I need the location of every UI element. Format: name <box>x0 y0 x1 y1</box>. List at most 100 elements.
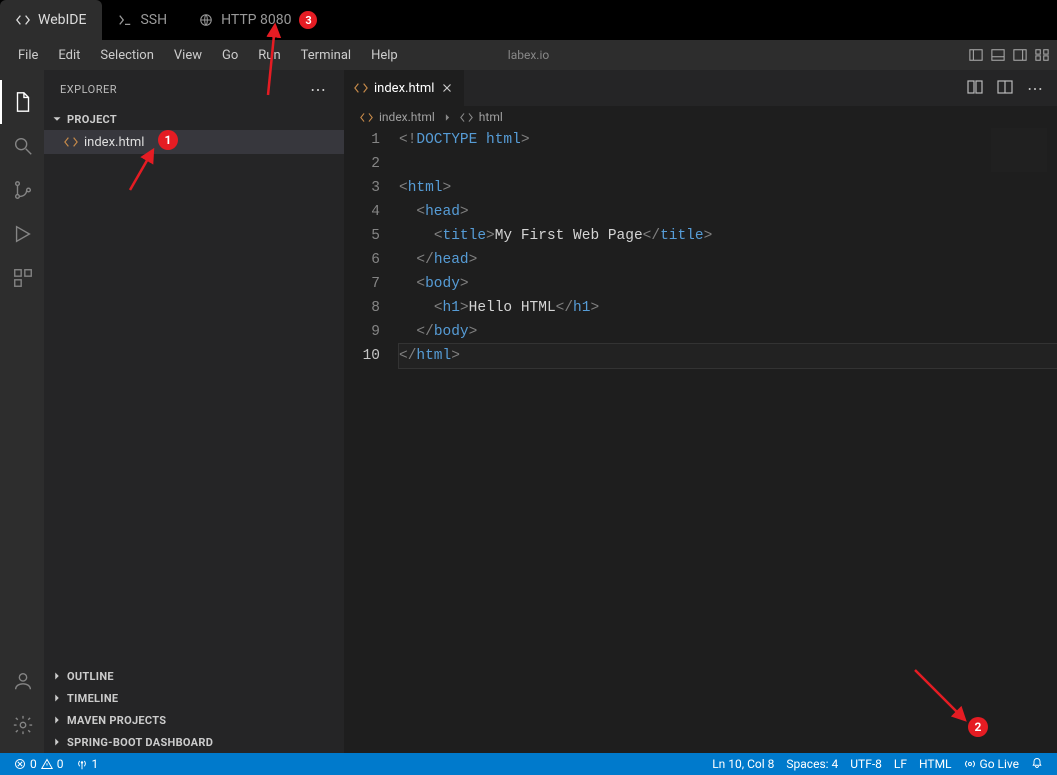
minimap[interactable] <box>991 128 1047 172</box>
project-section-header[interactable]: PROJECT <box>44 108 344 130</box>
chevron-right-icon <box>50 691 64 705</box>
editor-group: index.html ⋯ index.html html 12345678910… <box>344 70 1057 753</box>
split-icon[interactable] <box>997 79 1013 95</box>
explorer-menu-dots[interactable]: ⋯ <box>310 80 328 99</box>
menu-help[interactable]: Help <box>361 44 408 67</box>
line-numbers: 12345678910 <box>344 128 398 753</box>
section-label: OUTLINE <box>67 670 114 683</box>
menu-file[interactable]: File <box>8 44 48 67</box>
timeline-section[interactable]: TIMELINE <box>44 687 344 709</box>
status-ports[interactable]: 1 <box>70 753 105 775</box>
chevron-down-icon <box>50 112 64 126</box>
status-language[interactable]: HTML <box>913 757 958 771</box>
activity-debug[interactable] <box>0 212 44 256</box>
maven-section[interactable]: MAVEN PROJECTS <box>44 709 344 731</box>
top-tab-webide[interactable]: WebIDE <box>0 0 102 40</box>
explorer-sidebar: EXPLORER ⋯ PROJECT index.html OUTLINE TI… <box>44 70 344 753</box>
layout-custom-icon[interactable] <box>1035 48 1049 62</box>
activity-bottom <box>0 659 44 747</box>
activity-extensions[interactable] <box>0 256 44 300</box>
sidebar-bottom-sections: OUTLINE TIMELINE MAVEN PROJECTS SPRING-B… <box>44 665 344 753</box>
activity-settings[interactable] <box>0 703 44 747</box>
chevron-right-icon <box>50 713 64 727</box>
explorer-title: EXPLORER <box>60 83 117 96</box>
editor-more-icon[interactable]: ⋯ <box>1027 79 1045 98</box>
menu-edit[interactable]: Edit <box>48 44 90 67</box>
urlbar: labex.io <box>508 48 549 62</box>
status-golive[interactable]: Go Live <box>958 757 1025 771</box>
breadcrumb[interactable]: index.html html <box>344 106 1057 128</box>
symbol-icon <box>460 111 473 124</box>
section-label: SPRING-BOOT DASHBOARD <box>67 736 213 749</box>
menubar: File Edit Selection View Go Run Terminal… <box>0 40 1057 70</box>
breadcrumb-symbol: html <box>479 110 503 124</box>
top-tabs: WebIDE SSH HTTP 8080 3 <box>0 0 1057 40</box>
main-area: EXPLORER ⋯ PROJECT index.html OUTLINE TI… <box>0 70 1057 753</box>
ports-count: 1 <box>92 757 99 771</box>
html-file-icon <box>354 81 368 95</box>
search-icon <box>12 135 34 157</box>
layout-toggle-icon[interactable] <box>969 48 983 62</box>
extensions-icon <box>12 267 34 289</box>
breadcrumb-file: index.html <box>379 110 435 124</box>
html-file-icon <box>64 135 78 149</box>
springboot-section[interactable]: SPRING-BOOT DASHBOARD <box>44 731 344 753</box>
chevron-right-icon <box>50 669 64 683</box>
compare-icon[interactable] <box>967 79 983 95</box>
status-bell[interactable] <box>1025 757 1049 769</box>
menu-terminal[interactable]: Terminal <box>291 44 361 67</box>
status-eol[interactable]: LF <box>888 757 913 771</box>
close-tab-icon[interactable] <box>440 81 454 95</box>
top-tab-label: SSH <box>140 12 167 28</box>
error-icon <box>14 758 26 770</box>
editor-tab-label: index.html <box>374 81 434 96</box>
section-label: MAVEN PROJECTS <box>67 714 166 727</box>
code-icon <box>16 13 30 27</box>
menu-go[interactable]: Go <box>212 44 248 67</box>
activity-explorer[interactable] <box>0 80 44 124</box>
file-index-html[interactable]: index.html <box>44 130 344 154</box>
menu-run[interactable]: Run <box>248 44 290 67</box>
top-tab-label: WebIDE <box>38 12 86 28</box>
terminal-icon <box>118 13 132 27</box>
menu-view[interactable]: View <box>164 44 212 67</box>
editor-actions: ⋯ <box>967 79 1057 98</box>
status-problems[interactable]: 0 0 <box>8 753 70 775</box>
warning-icon <box>41 758 53 770</box>
chevron-right-icon <box>50 735 64 749</box>
gear-icon <box>12 714 34 736</box>
editor-tab-index[interactable]: index.html <box>344 70 465 106</box>
broadcast-icon <box>964 758 976 770</box>
html-file-icon <box>360 111 373 124</box>
section-label: TIMELINE <box>67 692 118 705</box>
source-control-icon <box>12 179 34 201</box>
warnings-count: 0 <box>57 757 64 771</box>
explorer-header: EXPLORER ⋯ <box>44 70 344 108</box>
top-tab-label: HTTP 8080 <box>221 12 291 28</box>
activity-account[interactable] <box>0 659 44 703</box>
top-tab-http[interactable]: HTTP 8080 3 <box>183 0 333 40</box>
files-icon <box>12 91 34 113</box>
status-spaces[interactable]: Spaces: 4 <box>780 757 844 771</box>
file-name: index.html <box>84 135 144 150</box>
account-icon <box>12 670 34 692</box>
chevron-right-icon <box>441 111 454 124</box>
outline-section[interactable]: OUTLINE <box>44 665 344 687</box>
code-lines[interactable]: <!DOCTYPE html> <html> <head> <title>My … <box>398 128 1057 753</box>
http-badge: 3 <box>299 11 317 29</box>
menu-selection[interactable]: Selection <box>90 44 163 67</box>
code-editor[interactable]: 12345678910 <!DOCTYPE html> <html> <head… <box>344 128 1057 753</box>
errors-count: 0 <box>30 757 37 771</box>
layout-right-icon[interactable] <box>1013 48 1027 62</box>
status-cursor-pos[interactable]: Ln 10, Col 8 <box>706 757 780 771</box>
activity-scm[interactable] <box>0 168 44 212</box>
menubar-right <box>969 48 1049 62</box>
globe-icon <box>199 13 213 27</box>
editor-tabs: index.html ⋯ <box>344 70 1057 106</box>
status-encoding[interactable]: UTF-8 <box>844 757 888 771</box>
top-tab-ssh[interactable]: SSH <box>102 0 183 40</box>
golive-label: Go Live <box>980 757 1019 771</box>
layout-panel-icon[interactable] <box>991 48 1005 62</box>
activity-search[interactable] <box>0 124 44 168</box>
project-label: PROJECT <box>67 113 117 126</box>
